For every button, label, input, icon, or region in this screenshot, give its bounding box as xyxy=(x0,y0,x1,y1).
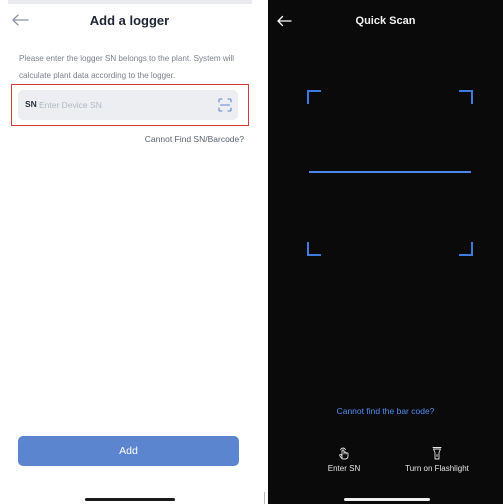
status-strip xyxy=(8,0,252,4)
sn-input[interactable] xyxy=(39,95,209,115)
scan-line xyxy=(309,171,471,173)
cannot-find-sn-link[interactable]: Cannot Find SN/Barcode? xyxy=(145,134,244,144)
home-indicator xyxy=(85,498,175,501)
scan-corner xyxy=(307,90,321,104)
enter-sn-label: Enter SN xyxy=(327,464,361,473)
add-button[interactable]: Add xyxy=(18,436,239,466)
panel-divider xyxy=(264,492,265,504)
add-logger-screen: Add a logger Please enter the logger SN … xyxy=(0,0,259,504)
scan-corner xyxy=(459,90,473,104)
hand-tap-icon xyxy=(339,447,349,460)
quick-scan-screen: Quick Scan Cannot find the bar code? Ent… xyxy=(268,0,503,504)
page-title: Quick Scan xyxy=(355,15,416,27)
enter-sn-button[interactable]: Enter SN xyxy=(314,446,374,473)
sn-field[interactable]: SN xyxy=(18,90,238,120)
flashlight-toggle[interactable]: Turn on Flashlight xyxy=(392,446,482,473)
barcode-scan-icon[interactable] xyxy=(218,98,232,112)
app-root: Add a logger Please enter the logger SN … xyxy=(0,0,503,504)
page-title: Add a logger xyxy=(89,13,170,28)
flashlight-label: Turn on Flashlight xyxy=(405,464,469,473)
scan-corner xyxy=(459,242,473,256)
scan-corner xyxy=(307,242,321,256)
instruction-text: Please enter the logger SN belongs to th… xyxy=(19,54,235,80)
scan-frame xyxy=(307,90,473,256)
cannot-find-barcode-link[interactable]: Cannot find the bar code? xyxy=(268,406,503,416)
flashlight-icon xyxy=(432,447,442,460)
home-indicator xyxy=(344,498,430,501)
sn-label: SN xyxy=(25,99,37,109)
